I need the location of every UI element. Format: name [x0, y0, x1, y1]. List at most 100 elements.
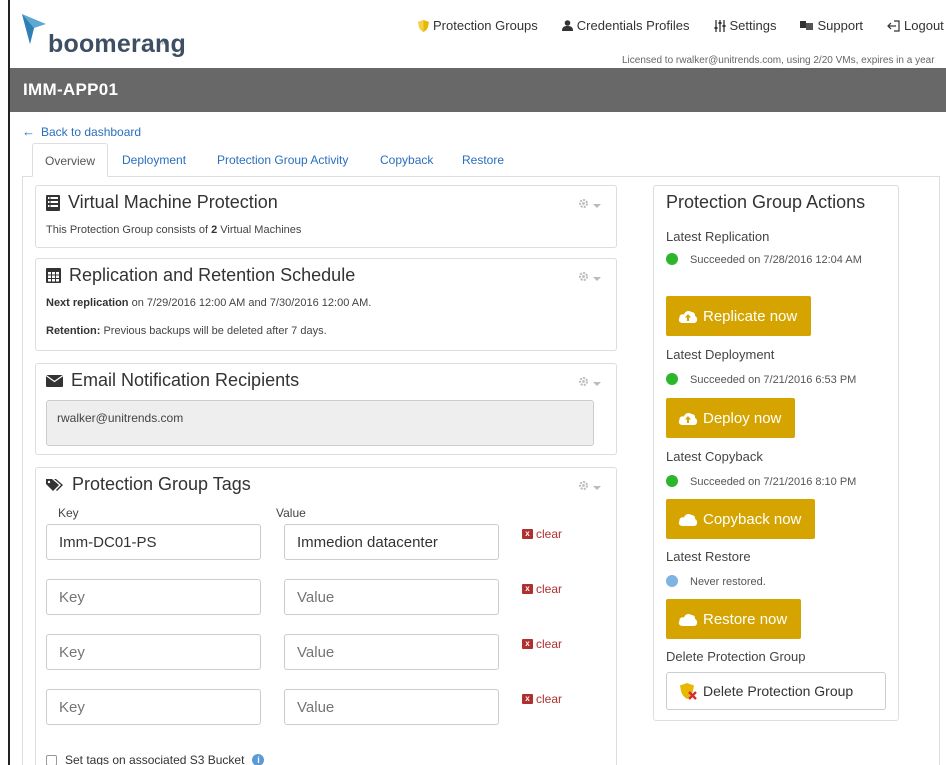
vm-text-prefix: This Protection Group consists of	[46, 224, 212, 236]
latest-replication-heading: Latest Replication	[666, 229, 770, 244]
panel-title: Virtual Machine Protection	[46, 192, 278, 213]
s3-tags-checkbox[interactable]	[46, 754, 57, 765]
next-replication-text: Next replication on 7/29/2016 12:00 AM a…	[46, 297, 371, 309]
tag-key-input[interactable]	[46, 524, 261, 560]
envelope-icon	[46, 374, 63, 387]
gear-icon	[578, 269, 589, 287]
shield-delete-icon	[679, 682, 697, 700]
retention-text: Retention: Previous backups will be dele…	[46, 325, 327, 337]
panel-title: Protection Group Tags	[46, 474, 251, 495]
protection-group-actions-panel: Protection Group Actions Latest Replicat…	[653, 185, 899, 721]
nav-logout[interactable]: Logout	[887, 18, 944, 33]
copyback-status: Succeeded on 7/21/2016 8:10 PM	[666, 474, 886, 490]
nav-label: Logout	[904, 18, 944, 33]
restore-status: Never restored.	[666, 574, 886, 590]
gear-icon	[578, 374, 589, 392]
panel-title: Email Notification Recipients	[46, 370, 299, 391]
title-bar: IMM-APP01	[10, 68, 946, 112]
clear-tag-button[interactable]: x clear	[522, 637, 562, 651]
deployment-status: Succeeded on 7/21/2016 6:53 PM	[666, 372, 886, 388]
delete-protection-group-heading: Delete Protection Group	[666, 649, 806, 664]
tab-overview[interactable]: Overview	[32, 143, 109, 177]
copyback-now-label: Copyback now	[703, 510, 802, 528]
tab-restore[interactable]: Restore	[450, 143, 516, 177]
tab-deployment[interactable]: Deployment	[110, 143, 198, 177]
cloud-upload-icon	[678, 309, 698, 323]
app-window: boomerang ™ Protection Groups Credential…	[8, 0, 946, 765]
info-icon[interactable]: i	[252, 754, 265, 765]
tab-protection-group-activity[interactable]: Protection Group Activity	[205, 143, 360, 177]
next-replication-value: on 7/29/2016 12:00 AM and 7/30/2016 12:0…	[128, 297, 372, 309]
logout-icon	[887, 19, 900, 32]
vm-panel-settings[interactable]	[578, 196, 602, 214]
nav-support[interactable]: Support	[800, 18, 863, 33]
nav-settings[interactable]: Settings	[714, 18, 777, 33]
nav-label: Credentials Profiles	[576, 18, 690, 33]
nav-credentials-profiles[interactable]: Credentials Profiles	[561, 18, 690, 33]
copyback-now-button[interactable]: Copyback now	[666, 499, 816, 539]
sliders-icon	[714, 19, 726, 32]
clear-icon: x	[522, 529, 533, 539]
delete-button-label: Delete Protection Group	[703, 683, 854, 699]
tag-key-input[interactable]	[46, 634, 261, 670]
next-replication-label: Next replication	[46, 297, 129, 309]
chevron-down-icon	[589, 374, 602, 392]
back-to-dashboard-link[interactable]: ← Back to dashboard	[22, 124, 141, 139]
tab-bar: Overview Deployment Protection Group Act…	[22, 143, 940, 177]
clear-label: clear	[536, 692, 563, 706]
nav-label: Settings	[729, 18, 777, 33]
latest-copyback-heading: Latest Copyback	[666, 449, 763, 464]
replication-status-text: Succeeded on 7/28/2016 12:04 AM	[690, 254, 862, 266]
clear-icon: x	[522, 584, 533, 594]
email-recipients-field[interactable]: rwalker@unitrends.com	[46, 400, 594, 446]
tag-key-input[interactable]	[46, 689, 261, 725]
nav-protection-groups[interactable]: Protection Groups	[418, 18, 538, 33]
clear-tag-button[interactable]: x clear	[522, 582, 562, 596]
tags-panel-settings[interactable]	[578, 478, 602, 496]
cloud-upload-icon	[678, 411, 698, 425]
email-panel-settings[interactable]	[578, 374, 602, 392]
retention-label: Retention:	[46, 325, 101, 337]
deploy-now-button[interactable]: Deploy now	[666, 398, 796, 438]
tag-value-input[interactable]	[284, 689, 499, 725]
tag-value-input[interactable]	[284, 634, 499, 670]
clear-tag-button[interactable]: x clear	[522, 527, 562, 541]
page-title: IMM-APP01	[23, 80, 119, 99]
schedule-panel-settings[interactable]	[578, 269, 602, 287]
clear-label: clear	[536, 582, 563, 596]
tags-panel-title: Protection Group Tags	[72, 474, 251, 494]
restore-now-label: Restore now	[703, 610, 788, 628]
tag-value-input[interactable]	[284, 579, 499, 615]
flag-icon	[800, 20, 814, 31]
key-column-header: Key	[58, 506, 79, 520]
protection-group-tags-panel: Protection Group Tags Key Value x clear …	[35, 467, 617, 765]
chevron-down-icon	[589, 196, 602, 214]
server-icon	[46, 194, 60, 211]
license-info: Licensed to rwalker@unitrends.com, using…	[622, 55, 935, 66]
cloud-download-icon	[678, 512, 698, 526]
gear-icon	[578, 196, 589, 214]
back-link-label: Back to dashboard	[41, 124, 142, 139]
tag-key-input[interactable]	[46, 579, 261, 615]
tab-copyback[interactable]: Copyback	[368, 143, 445, 177]
tag-value-input[interactable]	[284, 524, 499, 560]
calendar-icon	[46, 268, 61, 283]
replicate-now-button[interactable]: Replicate now	[666, 296, 812, 336]
chevron-down-icon	[589, 478, 602, 496]
nav-label: Support	[817, 18, 864, 33]
delete-protection-group-button[interactable]: Delete Protection Group	[666, 672, 886, 710]
gear-icon	[578, 478, 589, 496]
success-status-icon	[666, 253, 678, 265]
restore-now-button[interactable]: Restore now	[666, 599, 802, 639]
actions-title: Protection Group Actions	[666, 192, 866, 212]
schedule-panel: Replication and Retention Schedule Next …	[35, 258, 617, 351]
retention-value: Previous backups will be deleted after 7…	[100, 325, 327, 337]
chevron-down-icon	[589, 269, 602, 287]
vm-panel-title: Virtual Machine Protection	[68, 192, 278, 212]
tab-content: Virtual Machine Protection This Protecti…	[22, 177, 940, 765]
replicate-now-label: Replicate now	[703, 307, 798, 325]
clear-tag-button[interactable]: x clear	[522, 692, 562, 706]
vm-text-suffix: Virtual Machines	[217, 224, 302, 236]
boomerang-logo[interactable]: boomerang ™	[20, 12, 210, 60]
s3-tags-option[interactable]: Set tags on associated S3 Bucket i	[46, 753, 265, 765]
